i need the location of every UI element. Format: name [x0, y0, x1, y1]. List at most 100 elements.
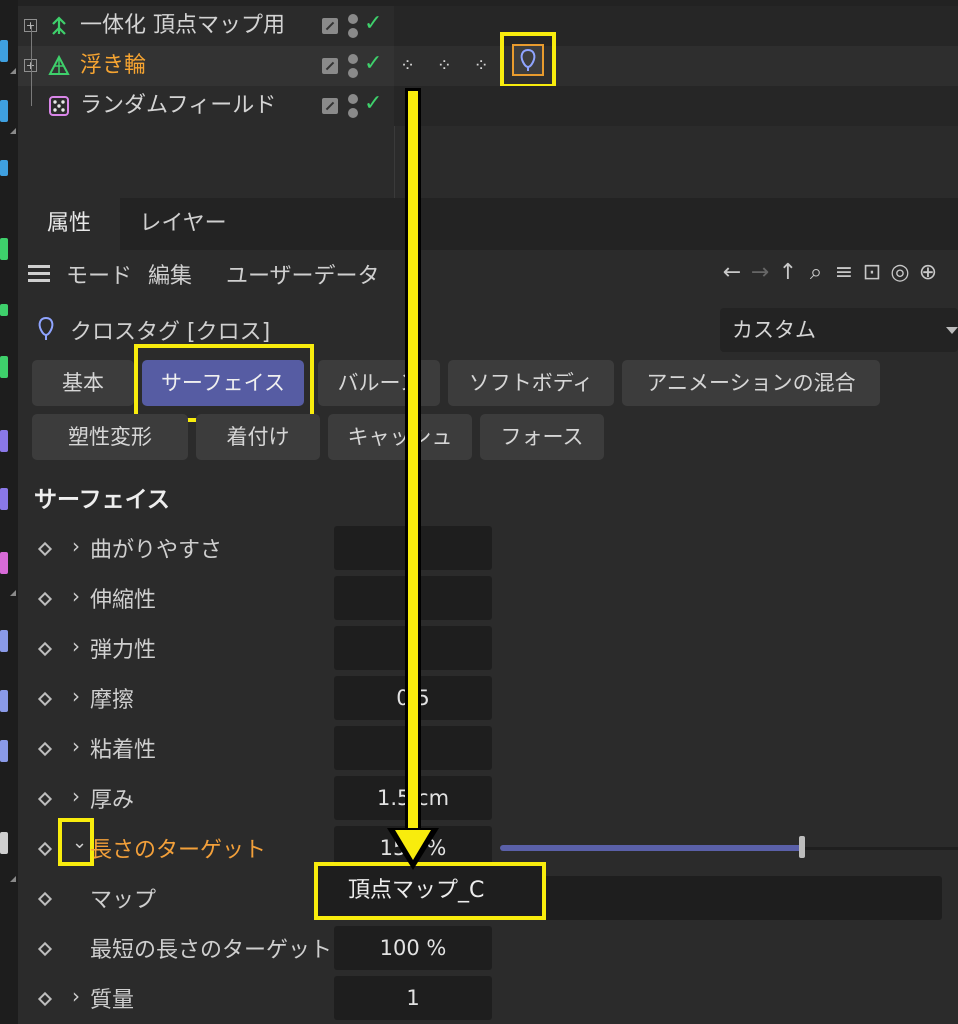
page-button-balloon[interactable]: バルーン: [318, 360, 440, 406]
param-row: › 質量 1: [18, 976, 958, 1022]
highlight-box: [134, 344, 314, 422]
chevron-right-icon[interactable]: ›: [72, 584, 80, 608]
tool-icon[interactable]: [0, 304, 8, 316]
map-value-highlight[interactable]: 頂点マップ_C: [314, 862, 546, 920]
keyframe-diamond-icon[interactable]: [37, 591, 53, 607]
tag-column: [394, 86, 958, 126]
param-label: 長さのターゲット: [90, 838, 267, 863]
object-row[interactable]: + 一体化 頂点マップ用 ✓: [18, 6, 958, 46]
object-name[interactable]: 浮き輪: [80, 51, 146, 81]
enabled-check-icon[interactable]: ✓: [364, 11, 382, 36]
target-icon[interactable]: ◎: [886, 260, 914, 285]
chevron-right-icon[interactable]: ›: [72, 984, 80, 1008]
param-label: マップ: [90, 888, 157, 913]
param-field[interactable]: 1: [334, 976, 492, 1020]
keyframe-diamond-icon[interactable]: [37, 841, 53, 857]
page-button-force[interactable]: フォース: [480, 414, 604, 460]
chevron-right-icon[interactable]: ›: [72, 784, 80, 808]
chevron-down-icon[interactable]: ⌄: [72, 832, 87, 853]
page-button-softbody[interactable]: ソフトボディ: [448, 360, 614, 406]
param-row: › 粘着性: [18, 726, 958, 772]
param-row-map: マップ 頂点マップ_C: [18, 862, 958, 922]
chevron-right-icon[interactable]: ›: [72, 684, 80, 708]
object-name[interactable]: 一体化 頂点マップ用: [80, 11, 285, 41]
tool-icon[interactable]: [0, 238, 8, 260]
page-button-cache[interactable]: キャッシュ: [328, 414, 472, 460]
visibility-dots-icon[interactable]: [348, 94, 358, 118]
chevron-down-icon: [946, 327, 958, 334]
editor-toggle-icon[interactable]: [322, 58, 338, 74]
page-button-plastic[interactable]: 塑性変形: [32, 414, 188, 460]
section-title: サーフェイス: [34, 487, 170, 513]
filter-icon[interactable]: ≡: [830, 260, 858, 285]
cloth-tag-icon[interactable]: [512, 44, 544, 76]
tree-line: [31, 26, 32, 106]
param-label: 摩擦: [90, 688, 135, 713]
keyframe-diamond-icon[interactable]: [37, 641, 53, 657]
menu-userdata[interactable]: ユーザーデータ: [226, 258, 380, 290]
keyframe-diamond-icon[interactable]: [37, 941, 53, 957]
tool-icon[interactable]: [0, 488, 8, 510]
chevron-right-icon[interactable]: ›: [72, 534, 80, 558]
tool-icon[interactable]: [0, 832, 8, 854]
chevron-right-icon[interactable]: ›: [72, 734, 80, 758]
submenu-indicator-icon: [10, 876, 16, 882]
visibility-dots-icon[interactable]: [348, 14, 358, 38]
tool-icon[interactable]: [0, 630, 8, 652]
back-arrow-icon[interactable]: ←: [718, 260, 746, 285]
tool-icon[interactable]: [0, 160, 8, 176]
preset-dropdown[interactable]: カスタム: [720, 308, 958, 352]
tool-icon[interactable]: [0, 552, 8, 574]
object-row[interactable]: ランダムフィールド ✓: [18, 26, 958, 126]
keyframe-diamond-icon[interactable]: [37, 541, 53, 557]
search-icon[interactable]: ⌕: [802, 260, 830, 285]
keyframe-diamond-icon[interactable]: [37, 791, 53, 807]
tab-attributes[interactable]: 属性: [18, 198, 120, 250]
visibility-dots-icon[interactable]: [348, 54, 358, 78]
tag-column: [394, 6, 958, 46]
lock-icon[interactable]: ⊡: [858, 260, 886, 285]
tag-title: クロスタグ [クロス]: [70, 320, 271, 345]
tool-icon[interactable]: [0, 100, 8, 122]
object-row-selected[interactable]: + 浮き輪 ✓ ⁘ ⁘ ⁘: [18, 32, 958, 88]
param-label: 伸縮性: [90, 588, 157, 613]
tag-icons[interactable]: ⁘ ⁘ ⁘: [400, 55, 497, 76]
cloth-tag-highlight[interactable]: [500, 32, 556, 88]
keyframe-diamond-icon[interactable]: [37, 741, 53, 757]
forward-arrow-icon[interactable]: →: [746, 260, 774, 285]
editor-toggle-icon[interactable]: [322, 98, 338, 114]
submenu-indicator-icon: [10, 590, 16, 596]
menu-mode[interactable]: モード: [66, 258, 132, 290]
tool-icon[interactable]: [0, 40, 8, 62]
annotation-arrowhead-fill: [395, 830, 431, 860]
param-row: › 伸縮性: [18, 576, 958, 622]
param-field[interactable]: 100 %: [334, 926, 492, 970]
tool-icon[interactable]: [0, 690, 8, 712]
tab-layers[interactable]: レイヤー: [128, 198, 238, 250]
enabled-check-icon[interactable]: ✓: [364, 91, 382, 116]
param-row: › 曲がりやすさ 1: [18, 526, 958, 572]
chevron-right-icon[interactable]: ›: [72, 634, 80, 658]
param-row: › 厚み 1.5 cm: [18, 776, 958, 822]
tool-icon[interactable]: [0, 356, 8, 378]
keyframe-diamond-icon[interactable]: [37, 691, 53, 707]
enabled-check-icon[interactable]: ✓: [364, 51, 382, 76]
object-name[interactable]: ランダムフィールド: [80, 91, 276, 121]
keyframe-diamond-icon[interactable]: [37, 991, 53, 1007]
up-arrow-icon[interactable]: ↑: [774, 260, 802, 285]
add-icon[interactable]: ⊕: [914, 260, 942, 285]
editor-toggle-icon[interactable]: [322, 18, 338, 34]
tool-icon[interactable]: [0, 430, 8, 452]
hamburger-menu-icon[interactable]: [28, 265, 50, 283]
page-button-animation-blend[interactable]: アニメーションの混合: [622, 360, 880, 406]
submenu-indicator-icon: [10, 68, 16, 74]
menu-edit[interactable]: 編集: [148, 258, 192, 290]
page-button-basic[interactable]: 基本: [32, 360, 134, 406]
page-button-dress[interactable]: 着付け: [196, 414, 320, 460]
submenu-indicator-icon: [10, 128, 16, 134]
connect-icon: [52, 16, 66, 35]
slider-handle[interactable]: [799, 836, 805, 858]
keyframe-diamond-icon[interactable]: [37, 891, 53, 907]
dice-icon: [49, 96, 69, 116]
tool-icon[interactable]: [0, 740, 8, 762]
